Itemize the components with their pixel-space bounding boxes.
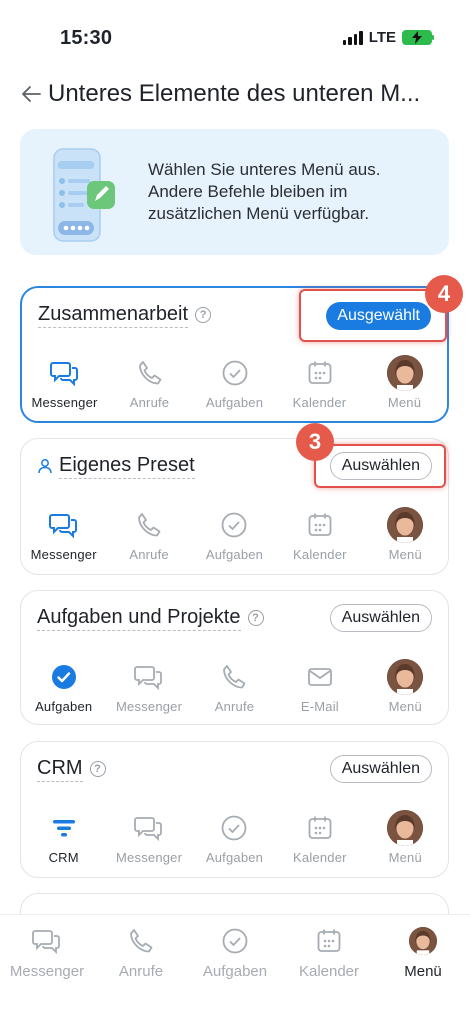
menu-preview: CRM Messenger Aufgaben Kalender Menü — [21, 810, 448, 865]
messenger-icon — [134, 666, 162, 691]
avatar — [387, 810, 424, 846]
select-button[interactable]: Auswählen — [329, 604, 432, 632]
tab-messenger[interactable]: Messenger — [0, 915, 94, 1024]
page-title: Unteres Elemente des unteren M... — [48, 80, 421, 107]
avatar — [409, 927, 437, 955]
status-bar: 15:30 LTE — [0, 0, 470, 70]
select-button[interactable]: Auswählen — [329, 755, 432, 783]
card-title: Eigenes Preset — [59, 454, 195, 479]
annotation-highlight-select — [314, 444, 446, 488]
tab-menu[interactable]: Menü — [376, 915, 470, 1024]
task-check-icon — [222, 815, 247, 841]
menu-preview: Aufgaben Messenger Anrufe E-Mail Menü — [21, 659, 448, 714]
menu-item-aufgaben: Aufgaben — [192, 507, 277, 562]
calendar-icon — [308, 513, 332, 536]
menu-item-anrufe: Anrufe — [106, 507, 191, 562]
menu-item-menu: Menü — [363, 659, 448, 714]
menu-preview: Messenger Anrufe Aufgaben Kalender Menü — [22, 355, 447, 410]
help-icon[interactable]: ? — [89, 761, 106, 777]
menu-item-anrufe: Anrufe — [107, 355, 192, 410]
phone-icon — [130, 929, 153, 953]
bottom-tab-bar: Messenger Anrufe Aufgaben Kalender Menü — [0, 914, 470, 1024]
menu-preview: Messenger Anrufe Aufgaben Kalender Menü — [21, 507, 448, 562]
signal-icon — [342, 30, 363, 45]
task-check-icon — [222, 512, 247, 538]
menu-item-aufgaben: Aufgaben — [192, 355, 277, 410]
status-time: 15:30 — [60, 27, 113, 49]
card-title: Zusammenarbeit — [38, 303, 189, 328]
battery-charging-icon — [402, 30, 434, 45]
back-arrow-icon[interactable] — [20, 83, 42, 105]
calendar-icon — [317, 929, 341, 952]
menu-item-aufgaben: Aufgaben — [21, 659, 106, 714]
menu-item-messenger: Messenger — [106, 659, 191, 714]
phone-icon — [138, 513, 161, 537]
network-label: LTE — [368, 29, 396, 46]
tab-anrufe[interactable]: Anrufe — [94, 915, 188, 1024]
annotation-number-3: 3 — [296, 423, 334, 461]
user-icon — [38, 459, 52, 474]
help-icon[interactable]: ? — [195, 307, 212, 323]
preset-card-crm[interactable]: CRM ? Auswählen CRM Messenger Aufgaben K… — [20, 741, 449, 878]
header: Unteres Elemente des unteren M... — [20, 76, 450, 112]
task-check-icon — [222, 928, 248, 954]
banner-text: Wählen Sie unteres Menü aus. Andere Befe… — [148, 160, 381, 223]
avatar — [387, 659, 424, 695]
menu-item-anrufe: Anrufe — [192, 659, 277, 714]
task-check-icon — [222, 360, 247, 386]
calendar-icon — [308, 361, 331, 384]
menu-item-crm: CRM — [21, 810, 106, 865]
messenger-icon — [134, 817, 162, 842]
status-indicators: LTE — [342, 29, 434, 46]
mail-icon — [307, 668, 332, 686]
info-banner: Wählen Sie unteres Menü aus. Andere Befe… — [20, 129, 449, 255]
menu-item-messenger: Messenger — [106, 810, 191, 865]
tab-aufgaben[interactable]: Aufgaben — [188, 915, 282, 1024]
menu-item-messenger: Messenger — [22, 355, 107, 410]
card-title: Aufgaben und Projekte — [37, 606, 241, 631]
messenger-icon — [49, 362, 78, 387]
menu-item-menu: Menü — [363, 507, 448, 562]
preset-card-aufgaben-und-projekte[interactable]: Aufgaben und Projekte ? Auswählen Aufgab… — [20, 590, 449, 725]
avatar — [387, 507, 424, 543]
menu-item-menu: Menü — [363, 810, 448, 865]
menu-item-messenger: Messenger — [21, 507, 106, 562]
messenger-icon — [48, 514, 77, 539]
menu-item-e-mail: E-Mail — [277, 659, 362, 714]
phone-icon — [223, 665, 246, 689]
card-title: CRM — [37, 757, 83, 782]
phone-illustration-icon — [20, 129, 124, 255]
avatar — [386, 355, 423, 391]
help-icon[interactable]: ? — [247, 610, 264, 626]
menu-item-aufgaben: Aufgaben — [192, 810, 277, 865]
menu-item-menu: Menü — [362, 355, 447, 410]
task-check-filled-icon — [51, 665, 76, 689]
menu-item-kalender: Kalender — [277, 355, 362, 410]
crm-funnel-icon — [52, 820, 75, 837]
menu-item-kalender: Kalender — [277, 507, 362, 562]
annotation-number-4: 4 — [425, 275, 463, 313]
messenger-icon — [32, 930, 60, 955]
menu-item-kalender: Kalender — [277, 810, 362, 865]
calendar-icon — [308, 816, 332, 839]
phone-icon — [138, 361, 161, 385]
tab-kalender[interactable]: Kalender — [282, 915, 376, 1024]
